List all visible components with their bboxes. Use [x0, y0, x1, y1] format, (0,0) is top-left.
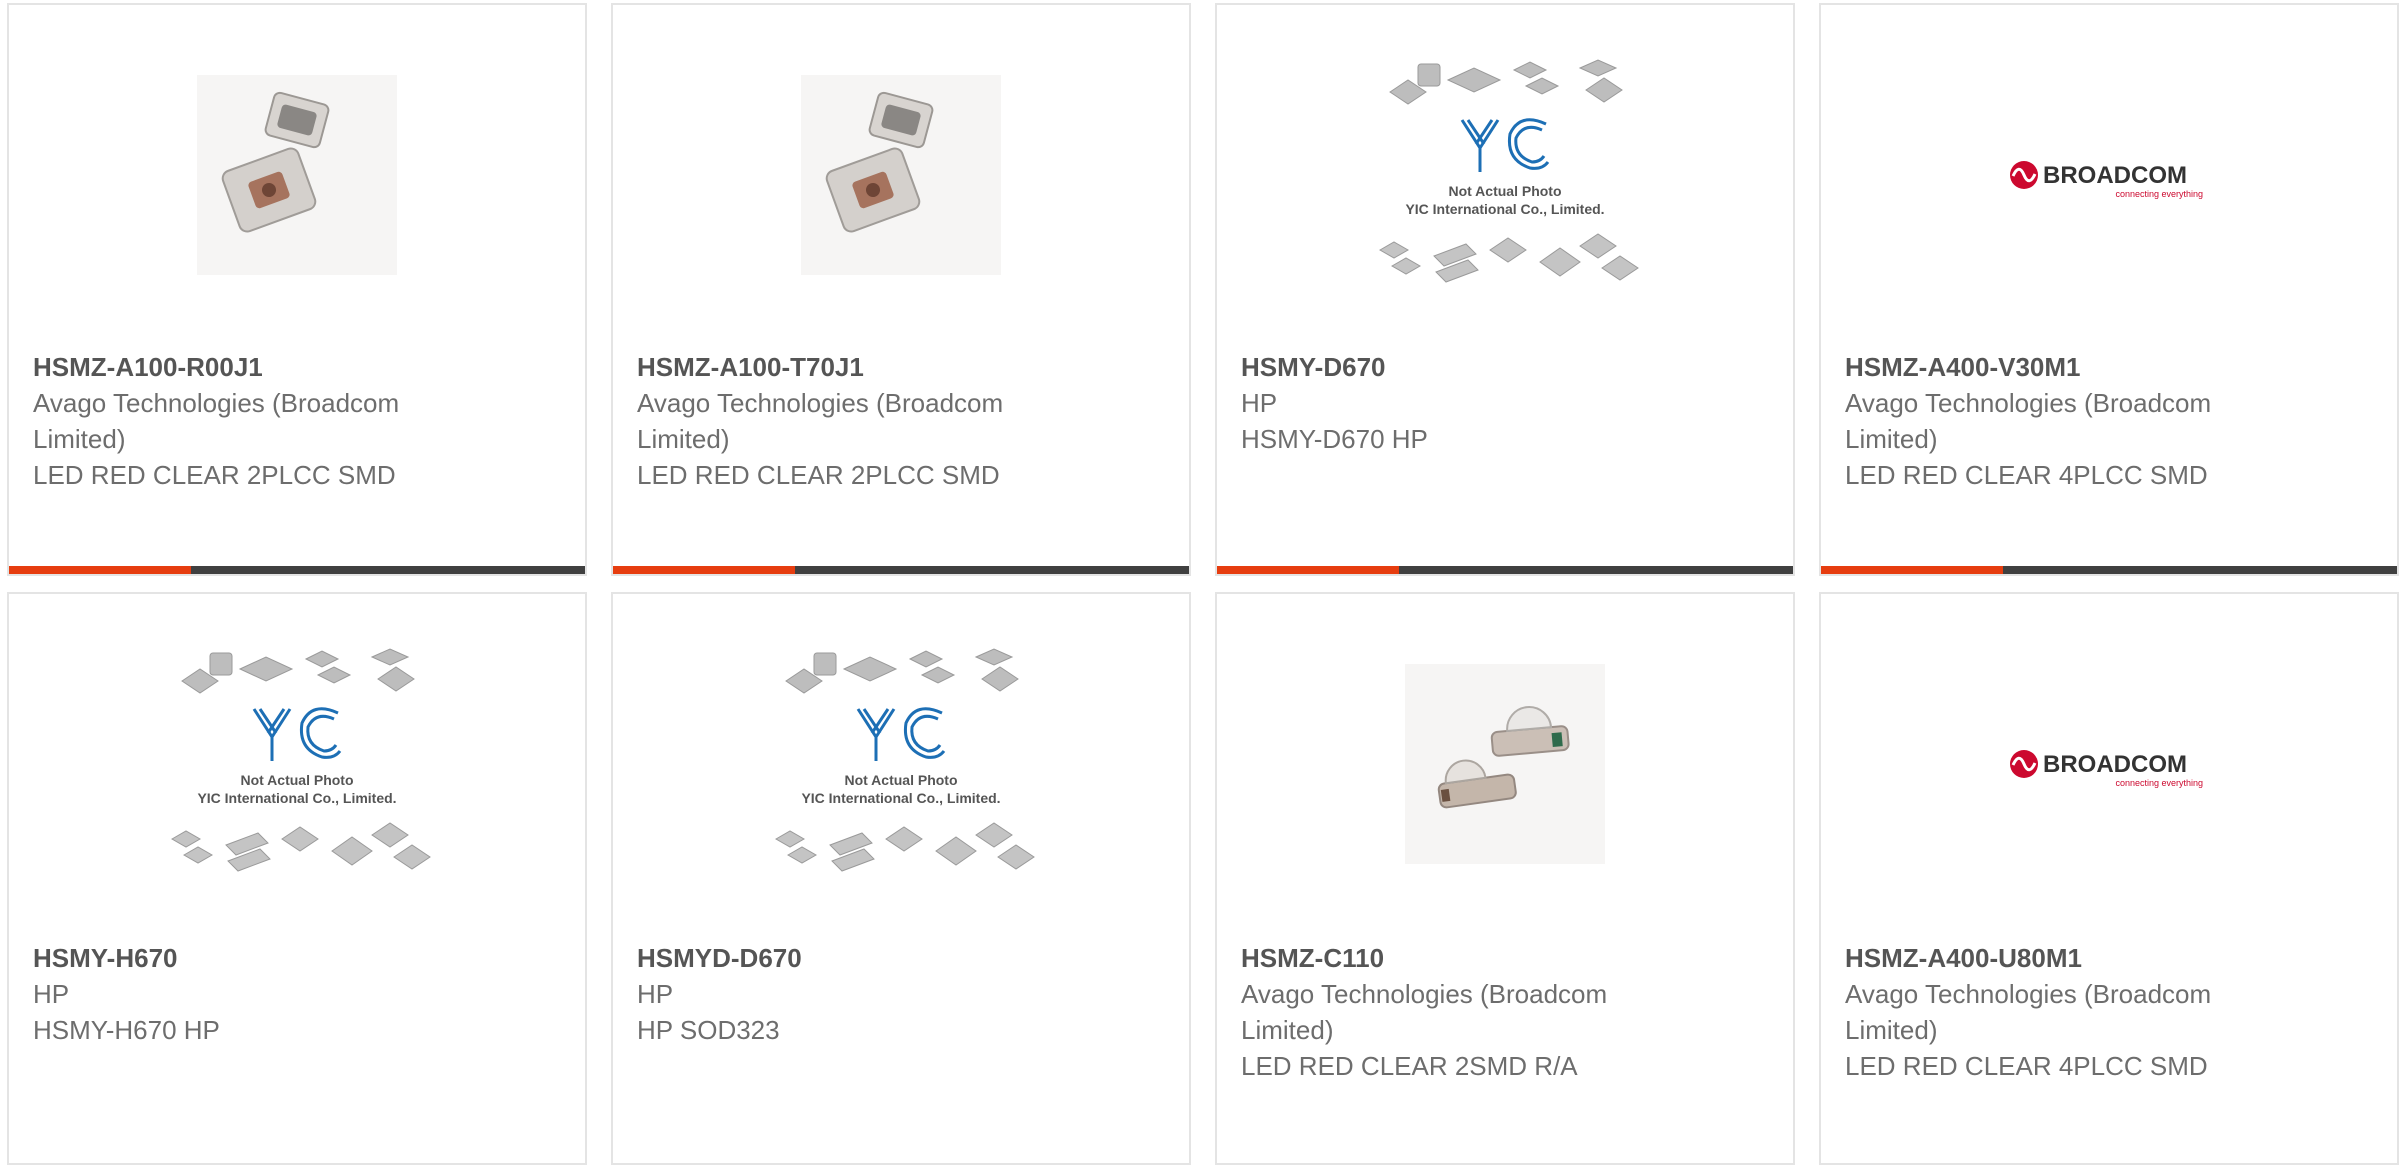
part-number[interactable]: HSMZ-A400-U80M1 — [1845, 940, 2373, 976]
card-accent-bar — [613, 566, 1189, 574]
placeholder-line2: YIC International Co., Limited. — [801, 790, 1000, 806]
manufacturer: HP — [33, 979, 70, 1009]
manufacturer: Avago Technologies (Broadcom Limited) — [1845, 388, 2212, 454]
broadcom-wordmark: BROADCOM — [2043, 162, 2187, 189]
description: HSMY-D670 HP — [1241, 424, 1428, 454]
product-image[interactable]: Not Actual Photo YIC International Co., … — [613, 634, 1189, 894]
part-number[interactable]: HSMZ-C110 — [1241, 940, 1769, 976]
led-2plcc-photo-icon — [801, 75, 1001, 275]
manufacturer: Avago Technologies (Broadcom Limited) — [33, 388, 400, 454]
product-image[interactable]: BROADCOM connecting everything — [1821, 634, 2397, 894]
manufacturer: HP — [637, 979, 674, 1009]
part-number[interactable]: HSMYD-D670 — [637, 940, 1165, 976]
part-number[interactable]: HSMZ-A100-R00J1 — [33, 349, 561, 385]
description: LED RED CLEAR 4PLCC SMD — [1845, 1051, 2208, 1081]
part-number[interactable]: HSMZ-A400-V30M1 — [1845, 349, 2373, 385]
placeholder-line2: YIC International Co., Limited. — [1405, 201, 1604, 217]
card-accent-bar — [1821, 566, 2397, 574]
manufacturer: Avago Technologies (Broadcom Limited) — [1241, 979, 1608, 1045]
led-side-photo-icon — [1405, 664, 1605, 864]
product-card[interactable]: HSMZ-A100-T70J1 Avago Technologies (Broa… — [611, 3, 1191, 576]
product-image[interactable] — [1217, 634, 1793, 894]
product-card[interactable]: HSMZ-A100-R00J1 Avago Technologies (Broa… — [7, 3, 587, 576]
product-card[interactable]: Not Actual Photo YIC International Co., … — [7, 592, 587, 1165]
yic-placeholder-icon: Not Actual Photo YIC International Co., … — [170, 648, 431, 872]
card-accent-bar — [9, 566, 585, 574]
yic-placeholder-icon: Not Actual Photo YIC International Co., … — [1378, 59, 1639, 283]
product-image[interactable] — [9, 45, 585, 305]
led-2plcc-photo-icon — [197, 75, 397, 275]
description: LED RED CLEAR 2PLCC SMD — [33, 460, 396, 490]
broadcom-wordmark: BROADCOM — [2043, 751, 2187, 778]
description: HP SOD323 — [637, 1015, 780, 1045]
manufacturer: Avago Technologies (Broadcom Limited) — [1845, 979, 2212, 1045]
part-number[interactable]: HSMZ-A100-T70J1 — [637, 349, 1165, 385]
product-image[interactable]: Not Actual Photo YIC International Co., … — [9, 634, 585, 894]
product-image[interactable] — [613, 45, 1189, 305]
yic-placeholder-icon: Not Actual Photo YIC International Co., … — [774, 648, 1035, 872]
description: HSMY-H670 HP — [33, 1015, 220, 1045]
product-card[interactable]: BROADCOM connecting everything HSMZ-A400… — [1819, 592, 2399, 1165]
product-card[interactable]: Not Actual Photo YIC International Co., … — [611, 592, 1191, 1165]
part-number[interactable]: HSMY-H670 — [33, 940, 561, 976]
description: LED RED CLEAR 2SMD R/A — [1241, 1051, 1578, 1081]
product-image[interactable]: BROADCOM connecting everything — [1821, 45, 2397, 305]
placeholder-line1: Not Actual Photo — [1448, 183, 1561, 199]
placeholder-line1: Not Actual Photo — [240, 772, 353, 788]
part-number[interactable]: HSMY-D670 — [1241, 349, 1769, 385]
broadcom-logo-icon: BROADCOM connecting everything — [2010, 161, 2203, 199]
card-accent-bar — [1217, 566, 1793, 574]
broadcom-tagline: connecting everything — [2115, 189, 2203, 199]
product-card[interactable]: BROADCOM connecting everything HSMZ-A400… — [1819, 3, 2399, 576]
broadcom-tagline: connecting everything — [2115, 778, 2203, 788]
manufacturer: HP — [1241, 388, 1278, 418]
product-card[interactable]: HSMZ-C110 Avago Technologies (Broadcom L… — [1215, 592, 1795, 1165]
placeholder-line2: YIC International Co., Limited. — [197, 790, 396, 806]
description: LED RED CLEAR 4PLCC SMD — [1845, 460, 2208, 490]
product-image[interactable]: Not Actual Photo YIC International Co., … — [1217, 45, 1793, 305]
broadcom-logo-icon: BROADCOM connecting everything — [2010, 750, 2203, 788]
product-card[interactable]: Not Actual Photo YIC International Co., … — [1215, 3, 1795, 576]
placeholder-line1: Not Actual Photo — [844, 772, 957, 788]
description: LED RED CLEAR 2PLCC SMD — [637, 460, 1000, 490]
manufacturer: Avago Technologies (Broadcom Limited) — [637, 388, 1004, 454]
